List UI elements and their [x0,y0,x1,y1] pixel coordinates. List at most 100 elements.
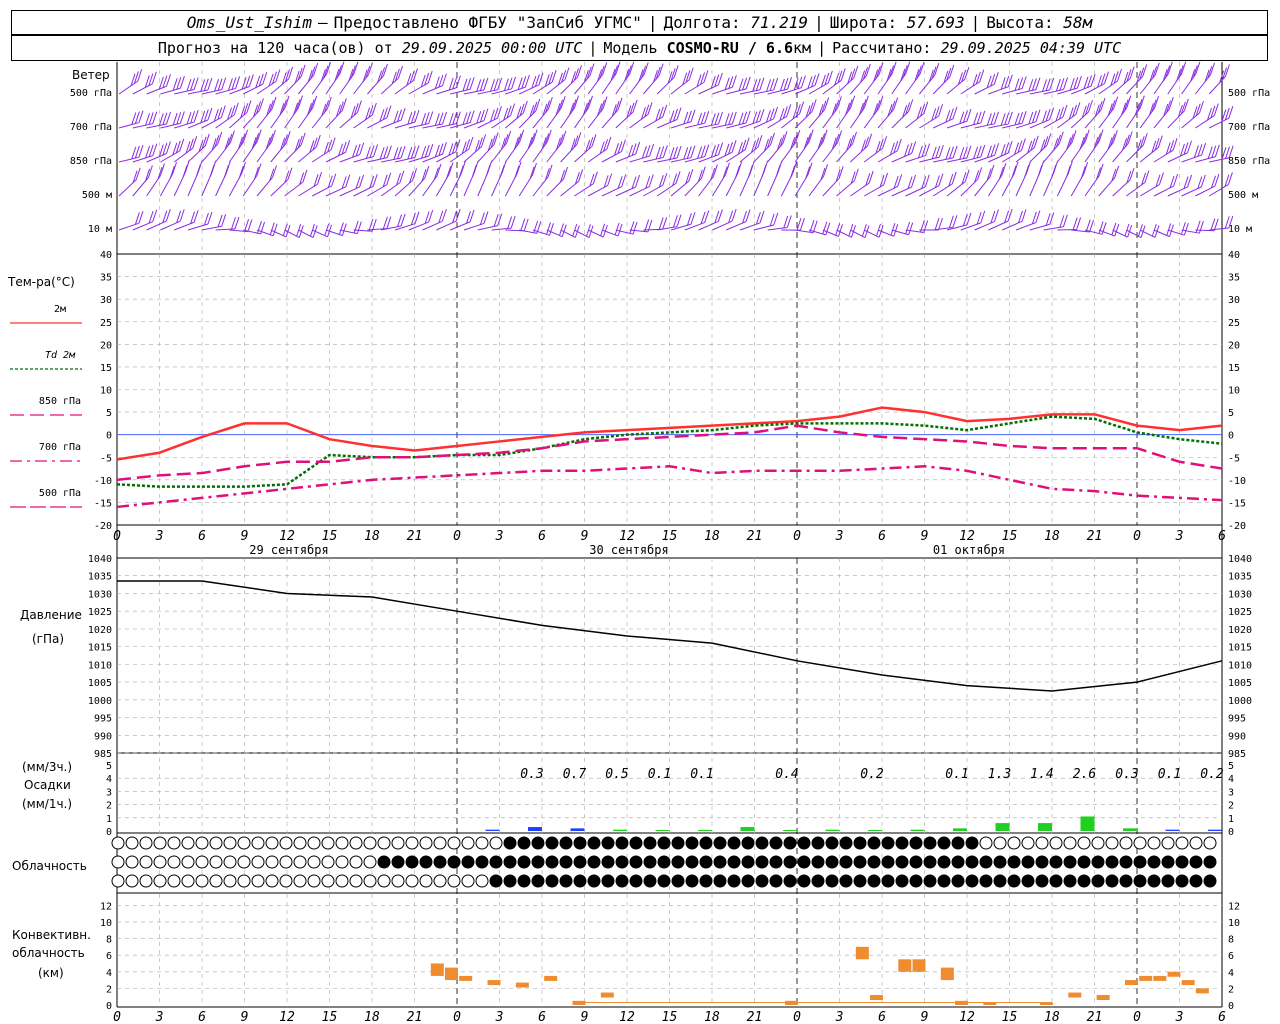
wind-barb-feather [853,168,859,181]
cloud-symbol [741,855,755,869]
wind-barb-feather [317,172,323,185]
cloud-symbol [545,836,559,850]
cloud-symbol [993,874,1007,888]
wind-barb-feather [386,105,392,118]
wind-barb-feather [400,145,406,159]
cloud-symbol [1161,855,1175,869]
cloud-symbol [573,855,587,869]
cloud-symbol [657,836,671,850]
wind-barb-feather [345,140,351,153]
wind-barb-feather [1011,165,1017,179]
cloud-symbol [769,836,783,850]
cloud-symbol [377,855,391,869]
pressure-tick-left: 985 [94,749,112,760]
wind-barb-feather [468,136,474,150]
hour-tick-label-bottom: 9 [581,1010,589,1024]
cloud-symbol [839,874,853,888]
cloud-symbol [727,874,741,888]
cloud-symbol [923,836,937,850]
cloud-symbol [867,855,881,869]
precip-bar [1208,829,1222,831]
wind-barb-feather [688,168,694,182]
wind-barb-feather [247,219,253,232]
wind-barb-feather [632,99,638,113]
cloud-symbol [643,836,657,850]
hour-tick-label: 21 [1087,529,1103,544]
cloud-symbol [349,836,363,850]
cloud-symbol [825,874,839,888]
wind-barb-feather [783,215,789,229]
cloud-symbol [223,874,237,888]
wind-barb-feather [811,99,817,112]
cloud-symbol [811,836,825,850]
convective-tick-right: 8 [1228,935,1234,946]
cloud-symbol [139,855,153,869]
convective-bar [515,982,529,988]
cloud-symbol [405,836,419,850]
wind-barb-feather [1059,215,1065,228]
convective-bar [430,963,444,976]
wind-barb-feather [786,104,792,117]
cloud-symbol [657,874,671,888]
cloud-symbol [937,836,951,850]
wind-barb-feather [683,147,689,160]
cloud-symbol [713,855,727,869]
cloud-symbol [461,855,475,869]
wind-barb-feather [1129,167,1135,181]
hour-tick-label: 3 [1175,529,1184,544]
wind-barb-feather [397,146,402,159]
cloud-symbol [965,855,979,869]
cloud-symbol [587,836,601,850]
pressure-tick-right: 1015 [1228,643,1252,654]
hour-tick-label-bottom: 21 [407,1010,423,1024]
hour-tick-label-bottom: 6 [198,1010,206,1024]
cloud-symbol [923,874,937,888]
hour-tick-label-bottom: 18 [704,1010,720,1024]
wind-barb-feather [1028,79,1034,92]
wind-barb-feather [152,111,158,124]
cloud-symbol [1119,855,1133,869]
cloud-symbol [559,836,573,850]
wind-barb-feather [952,145,958,159]
wind-barb-feather [577,65,582,78]
cloud-symbol [321,874,335,888]
wind-barb-feather [1062,104,1068,118]
precip-bar [825,829,840,831]
wind-barb-feather [523,218,529,232]
cloud-symbol [671,855,685,869]
cloud-symbol [979,874,993,888]
cloud-symbol [223,836,237,850]
cloud-symbol [867,836,881,850]
hour-tick-label-bottom: 12 [619,1010,635,1024]
cloud-symbol [867,874,881,888]
cloud-symbol [195,874,209,888]
convective-tick-right: 0 [1228,1001,1234,1012]
hour-tick-label: 15 [322,529,338,544]
hour-tick-label: 12 [959,529,975,544]
wind-barb-feather [1172,137,1178,151]
wind-barb-feather [773,77,779,91]
cloud-symbol [1063,855,1077,869]
wind-barb-feather [510,216,516,229]
wind-barb-feather [1024,165,1030,178]
pressure-tick-right: 1025 [1228,607,1252,618]
wind-barb-feather [853,65,859,79]
precip-bar [1080,816,1095,831]
cloud-symbol [475,836,489,850]
wind-barb-feather [400,213,406,227]
temp-legend-label: 850 гПа [39,396,81,407]
cloud-symbol [111,836,125,850]
wind-barb-feather [238,165,244,179]
cloud-symbol [181,836,195,850]
cloud-symbol [671,836,685,850]
wind-level-label: 10 м [88,224,112,235]
cloud-symbol [657,855,671,869]
wind-barb-feather [908,99,914,112]
wind-barb-feather [551,70,557,83]
wind-barb-feather [331,173,337,187]
wind-barb-feather [1228,106,1234,119]
wind-barb [1209,157,1230,163]
wind-barb-feather [1046,133,1052,146]
cloud-symbol [1049,855,1063,869]
convective-bar [855,946,869,960]
